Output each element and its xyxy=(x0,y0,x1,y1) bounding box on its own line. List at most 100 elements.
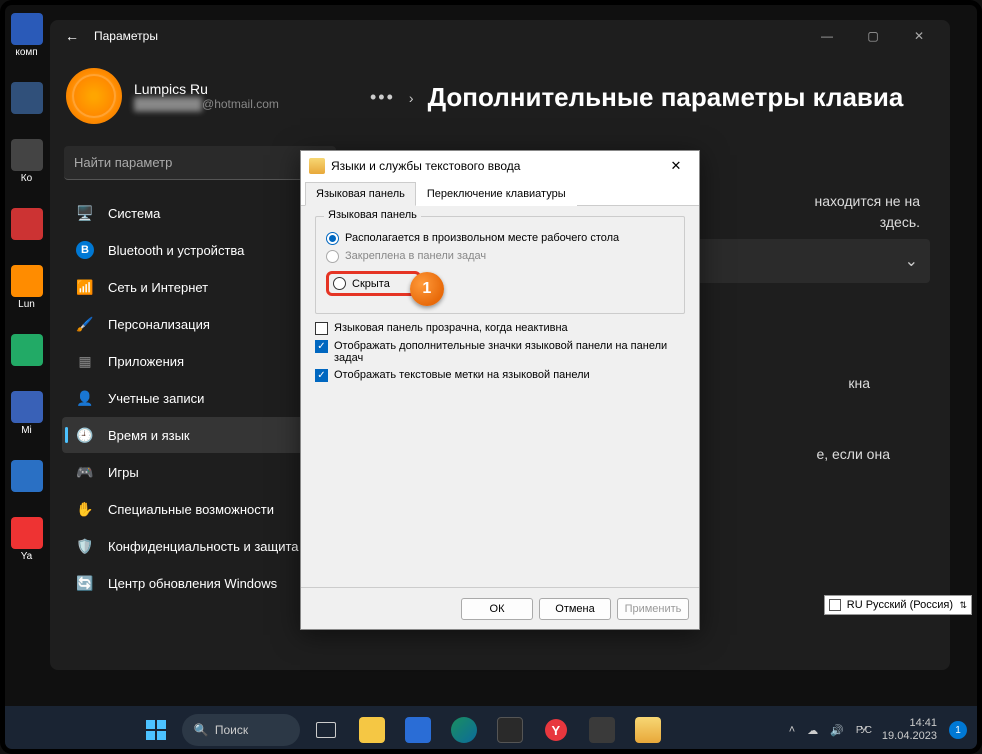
sidebar-item[interactable]: ✋ Специальные возможности xyxy=(62,491,338,527)
taskbar-app[interactable] xyxy=(398,710,438,750)
titlebar: ← Параметры — ▢ ✕ xyxy=(50,20,950,52)
cancel-button[interactable]: Отмена xyxy=(539,598,611,620)
nav-icon: 🕘 xyxy=(76,426,94,444)
sidebar-item[interactable]: 🖌️Персонализация xyxy=(62,306,338,342)
sidebar-item-label: Игры xyxy=(108,465,139,480)
sidebar-item-label: Сеть и Интернет xyxy=(108,280,208,295)
sidebar-item[interactable]: 👤 Учетные записи xyxy=(62,380,338,416)
radio-icon xyxy=(333,277,346,290)
dialog-titlebar: Языки и службы текстового ввода ✕ xyxy=(301,151,699,181)
tray-lang[interactable]: РУС xyxy=(856,725,870,736)
highlight-box: Скрыта 1 xyxy=(326,271,421,296)
taskbar-app[interactable] xyxy=(628,710,668,750)
back-button[interactable]: ← xyxy=(58,22,86,50)
dialog-icon xyxy=(309,158,325,174)
taskbar-search[interactable]: 🔍 Поиск xyxy=(182,714,300,746)
maximize-button[interactable]: ▢ xyxy=(850,20,896,52)
nav-icon: B xyxy=(76,241,94,259)
breadcrumb-more[interactable]: ••• xyxy=(370,87,395,108)
sidebar-item-label: Приложения xyxy=(108,354,184,369)
sidebar-item[interactable]: 🕘 Время и язык xyxy=(62,417,338,453)
tab-language-bar[interactable]: Языковая панель xyxy=(305,182,416,206)
radio-docked[interactable]: Закреплена в панели задач xyxy=(326,250,674,263)
taskbar-app[interactable]: Y xyxy=(536,710,576,750)
tab-keyboard-switch[interactable]: Переключение клавиатуры xyxy=(416,182,577,206)
language-indicator[interactable]: RU Русский (Россия) xyxy=(824,595,972,615)
sidebar-item[interactable]: 📶Сеть и Интернет xyxy=(62,269,338,305)
desktop-icon[interactable]: Ya xyxy=(4,512,49,567)
profile[interactable]: Lumpics Ru ████████@hotmail.com xyxy=(56,62,344,140)
sidebar-item-label: Bluetooth и устройства xyxy=(108,243,244,258)
avatar xyxy=(66,68,122,124)
taskbar-clock[interactable]: 14:41 19.04.2023 xyxy=(882,717,937,743)
start-button[interactable] xyxy=(136,710,176,750)
notification-badge[interactable]: 1 xyxy=(949,721,967,739)
nav-icon: 🔄 xyxy=(76,574,94,592)
dialog-tabs: Языковая панель Переключение клавиатуры xyxy=(301,181,699,206)
nav-icon: 🎮 xyxy=(76,463,94,481)
desktop-icon[interactable]: Lun xyxy=(4,260,49,315)
check-text-labels[interactable]: ✓ Отображать текстовые метки на языковой… xyxy=(315,369,685,382)
user-email: ████████@hotmail.com xyxy=(134,97,279,111)
taskbar-app[interactable] xyxy=(582,710,622,750)
desktop-icon[interactable] xyxy=(4,323,49,378)
check-transparent[interactable]: Языковая панель прозрачна, когда неактив… xyxy=(315,322,685,335)
sidebar-item[interactable]: ▦ Приложения xyxy=(62,343,338,379)
desktop-icons: комп Кo Lun Mi Ya xyxy=(0,0,55,754)
nav-icon: ▦ xyxy=(76,352,94,370)
check-extra-icons[interactable]: ✓ Отображать дополнительные значки языко… xyxy=(315,340,685,364)
dialog-body: Языковая панель Располагается в произвол… xyxy=(301,206,699,587)
radio-floating[interactable]: Располагается в произвольном месте рабоч… xyxy=(326,232,674,245)
desktop-icon[interactable]: комп xyxy=(4,8,49,63)
desktop-icon[interactable] xyxy=(4,71,49,126)
window-title: Параметры xyxy=(94,29,158,43)
close-button[interactable]: ✕ xyxy=(896,20,942,52)
sidebar-item-label: Время и язык xyxy=(108,428,190,443)
page-title: Дополнительные параметры клавиа xyxy=(428,82,904,113)
system-tray: ˄ ☁ 🔊 РУС 14:41 19.04.2023 1 xyxy=(789,717,967,743)
nav-icon: 👤 xyxy=(76,389,94,407)
tray-volume-icon[interactable]: 🔊 xyxy=(830,724,844,737)
checkbox-icon: ✓ xyxy=(315,340,328,353)
sidebar-item[interactable]: 🖥️Система xyxy=(62,195,338,231)
language-bar-group: Языковая панель Располагается в произвол… xyxy=(315,216,685,314)
language-dialog: Языки и службы текстового ввода ✕ Языков… xyxy=(300,150,700,630)
radio-icon xyxy=(326,232,339,245)
sidebar-item[interactable]: 🔄Центр обновления Windows xyxy=(62,565,338,601)
nav-icon: 🛡️ xyxy=(76,537,94,555)
nav-icon: 🖥️ xyxy=(76,204,94,222)
checkbox-icon xyxy=(315,322,328,335)
desktop-icon[interactable]: Кo xyxy=(4,134,49,189)
taskbar-app[interactable] xyxy=(352,710,392,750)
radio-hidden[interactable]: Скрыта 1 xyxy=(326,271,674,296)
step-marker: 1 xyxy=(410,272,444,306)
search-input[interactable]: Найти параметр 🔍 xyxy=(64,146,336,180)
sidebar-item[interactable]: B Bluetooth и устройства xyxy=(62,232,338,268)
desktop-icon[interactable] xyxy=(4,197,49,252)
task-view-button[interactable] xyxy=(306,710,346,750)
checkbox-icon: ✓ xyxy=(315,369,328,382)
sidebar-item-label: Учетные записи xyxy=(108,391,204,406)
taskbar: 🔍 Поиск Y ˄ ☁ 🔊 РУС 14:41 19.04.2023 1 xyxy=(5,706,977,754)
desktop-icon[interactable]: Mi xyxy=(4,386,49,441)
minimize-button[interactable]: — xyxy=(804,20,850,52)
radio-icon xyxy=(326,250,339,263)
nav-icon: 🖌️ xyxy=(76,315,94,333)
dialog-buttons: ОК Отмена Применить xyxy=(301,587,699,629)
sidebar-item[interactable]: 🛡️ Конфиденциальность и защита xyxy=(62,528,338,564)
tray-onedrive-icon[interactable]: ☁ xyxy=(807,724,818,737)
sidebar-item-label: Специальные возможности xyxy=(108,502,274,517)
ok-button[interactable]: ОК xyxy=(461,598,533,620)
tray-chevron-icon[interactable]: ˄ xyxy=(789,724,795,736)
group-title: Языковая панель xyxy=(324,209,421,221)
search-icon: 🔍 xyxy=(194,723,209,737)
sidebar-item[interactable]: 🎮 Игры xyxy=(62,454,338,490)
taskbar-app[interactable] xyxy=(444,710,484,750)
dialog-close-button[interactable]: ✕ xyxy=(661,158,691,174)
user-name: Lumpics Ru xyxy=(134,81,279,97)
desktop-icon[interactable] xyxy=(4,449,49,504)
apply-button[interactable]: Применить xyxy=(617,598,689,620)
sidebar-item-label: Конфиденциальность и защита xyxy=(108,539,299,554)
nav-icon: ✋ xyxy=(76,500,94,518)
taskbar-app[interactable] xyxy=(490,710,530,750)
